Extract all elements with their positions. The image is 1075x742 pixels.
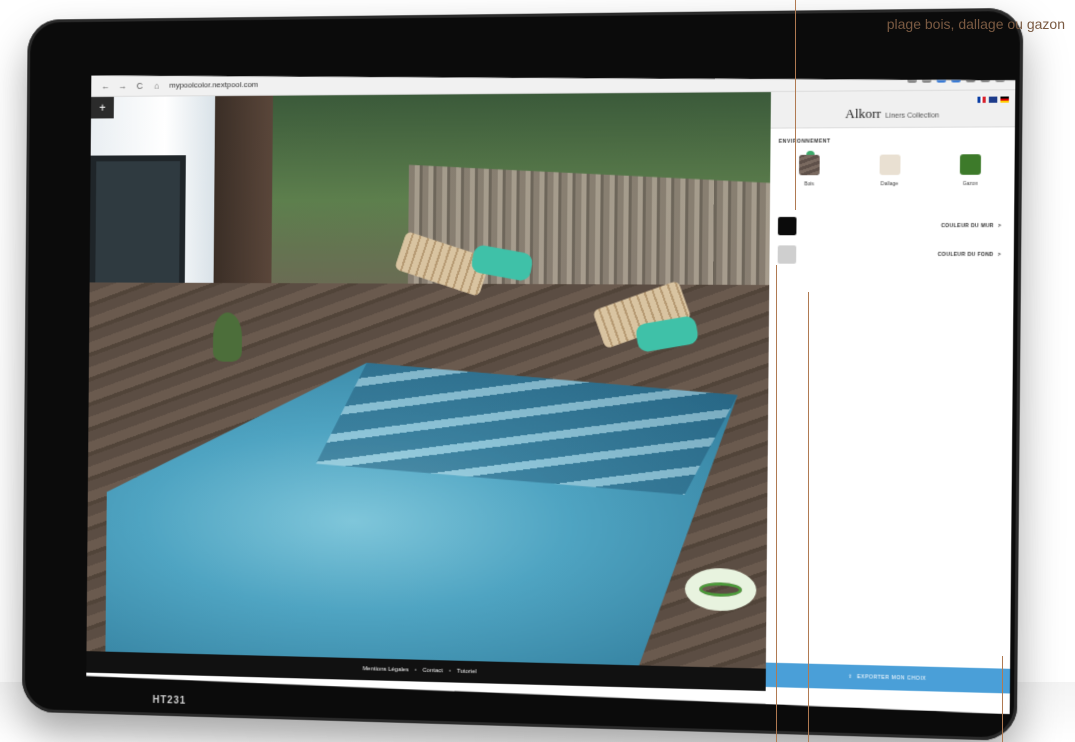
floor-color-swatch[interactable] [778, 245, 797, 263]
puzzle-icon[interactable] [966, 73, 976, 82]
reload-button[interactable]: C [135, 81, 145, 91]
configurator-panel: Alkorr Liners Collection ENVIRONNEMENT Bo… [766, 90, 1016, 714]
extension-icon[interactable] [951, 73, 961, 82]
environment-option-gazon[interactable]: Gazon [939, 154, 1002, 187]
wall-color-row[interactable]: COULEUR DU MUR > [778, 216, 1002, 237]
export-button[interactable]: ⇪ EXPORTER MON CHOIX [766, 663, 1010, 694]
zoom-icon[interactable] [907, 74, 916, 83]
add-button[interactable]: + [91, 97, 114, 119]
french-flag-icon[interactable] [977, 97, 985, 103]
tablet-device: ← → C ⌂ mypoolcolor.nextpool.com Mention… [21, 7, 1024, 742]
legal-link[interactable]: Mentions Légales [363, 666, 409, 673]
wall-color-label: COULEUR DU MUR [941, 223, 994, 230]
panel-header: Alkorr Liners Collection [771, 90, 1016, 128]
environment-title: ENVIRONNEMENT [778, 138, 831, 145]
forward-button[interactable]: → [118, 81, 128, 91]
pool-3d-scene[interactable]: Mentions Légales • Contact • Tutoriel [86, 92, 771, 691]
contact-link[interactable]: Contact [423, 668, 443, 675]
tablet-screen: ← → C ⌂ mypoolcolor.nextpool.com Mention… [86, 68, 1015, 714]
brand-logo: Alkorr Liners Collection [771, 105, 1015, 123]
back-button[interactable]: ← [101, 81, 111, 91]
environment-option-dallage[interactable]: Dallage [858, 154, 921, 187]
home-button[interactable]: ⌂ [152, 80, 162, 90]
floor-color-link[interactable]: COULEUR DU FOND > [938, 252, 1002, 258]
profile-icon[interactable] [995, 73, 1005, 82]
share-icon[interactable] [922, 73, 931, 82]
device-model: HT231 [152, 694, 187, 707]
logo-text: Alkorr [845, 105, 882, 122]
bookmark-star-icon[interactable] [937, 73, 946, 82]
callout-caption: plage bois, dallage ou gazon [886, 16, 1065, 32]
wood-swatch[interactable] [799, 155, 820, 175]
chevron-right-icon: > [997, 251, 1002, 259]
uk-flag-icon[interactable] [989, 97, 997, 103]
logo-subtitle: Liners Collection [885, 112, 940, 120]
floor-color-row[interactable]: COULEUR DU FOND > [778, 244, 1002, 265]
language-selector [977, 96, 1009, 102]
environment-option-bois[interactable]: Bois [778, 155, 840, 188]
environment-options: Bois Dallage Gazon [778, 154, 1002, 187]
callout-line [795, 0, 796, 210]
option-label: Gazon [962, 180, 979, 188]
callout-line [808, 292, 809, 742]
browser-extensions [907, 73, 1004, 83]
export-label: EXPORTER MON CHOIX [856, 674, 927, 683]
wall-color-link[interactable]: COULEUR DU MUR > [941, 223, 1001, 229]
footer-separator: • [414, 667, 417, 674]
callout-line [1002, 656, 1003, 742]
wall-color-swatch[interactable] [778, 217, 797, 235]
floor-color-label: COULEUR DU FOND [937, 251, 994, 259]
callout-line [776, 265, 777, 742]
export-icon: ⇪ [847, 673, 853, 681]
german-flag-icon[interactable] [1000, 96, 1008, 102]
potted-plant [213, 312, 242, 361]
sidebar-icon[interactable] [981, 73, 991, 82]
tile-swatch[interactable] [879, 155, 900, 176]
footer-separator: • [448, 668, 451, 675]
address-bar[interactable]: mypoolcolor.nextpool.com [169, 80, 258, 90]
stage: ← → C ⌂ mypoolcolor.nextpool.com Mention… [0, 0, 1075, 742]
option-label: Bois [804, 181, 815, 188]
option-label: Dallage [880, 181, 899, 188]
chevron-right-icon: > [997, 223, 1002, 230]
grass-swatch[interactable] [960, 154, 981, 175]
tutorial-link[interactable]: Tutoriel [457, 669, 477, 676]
